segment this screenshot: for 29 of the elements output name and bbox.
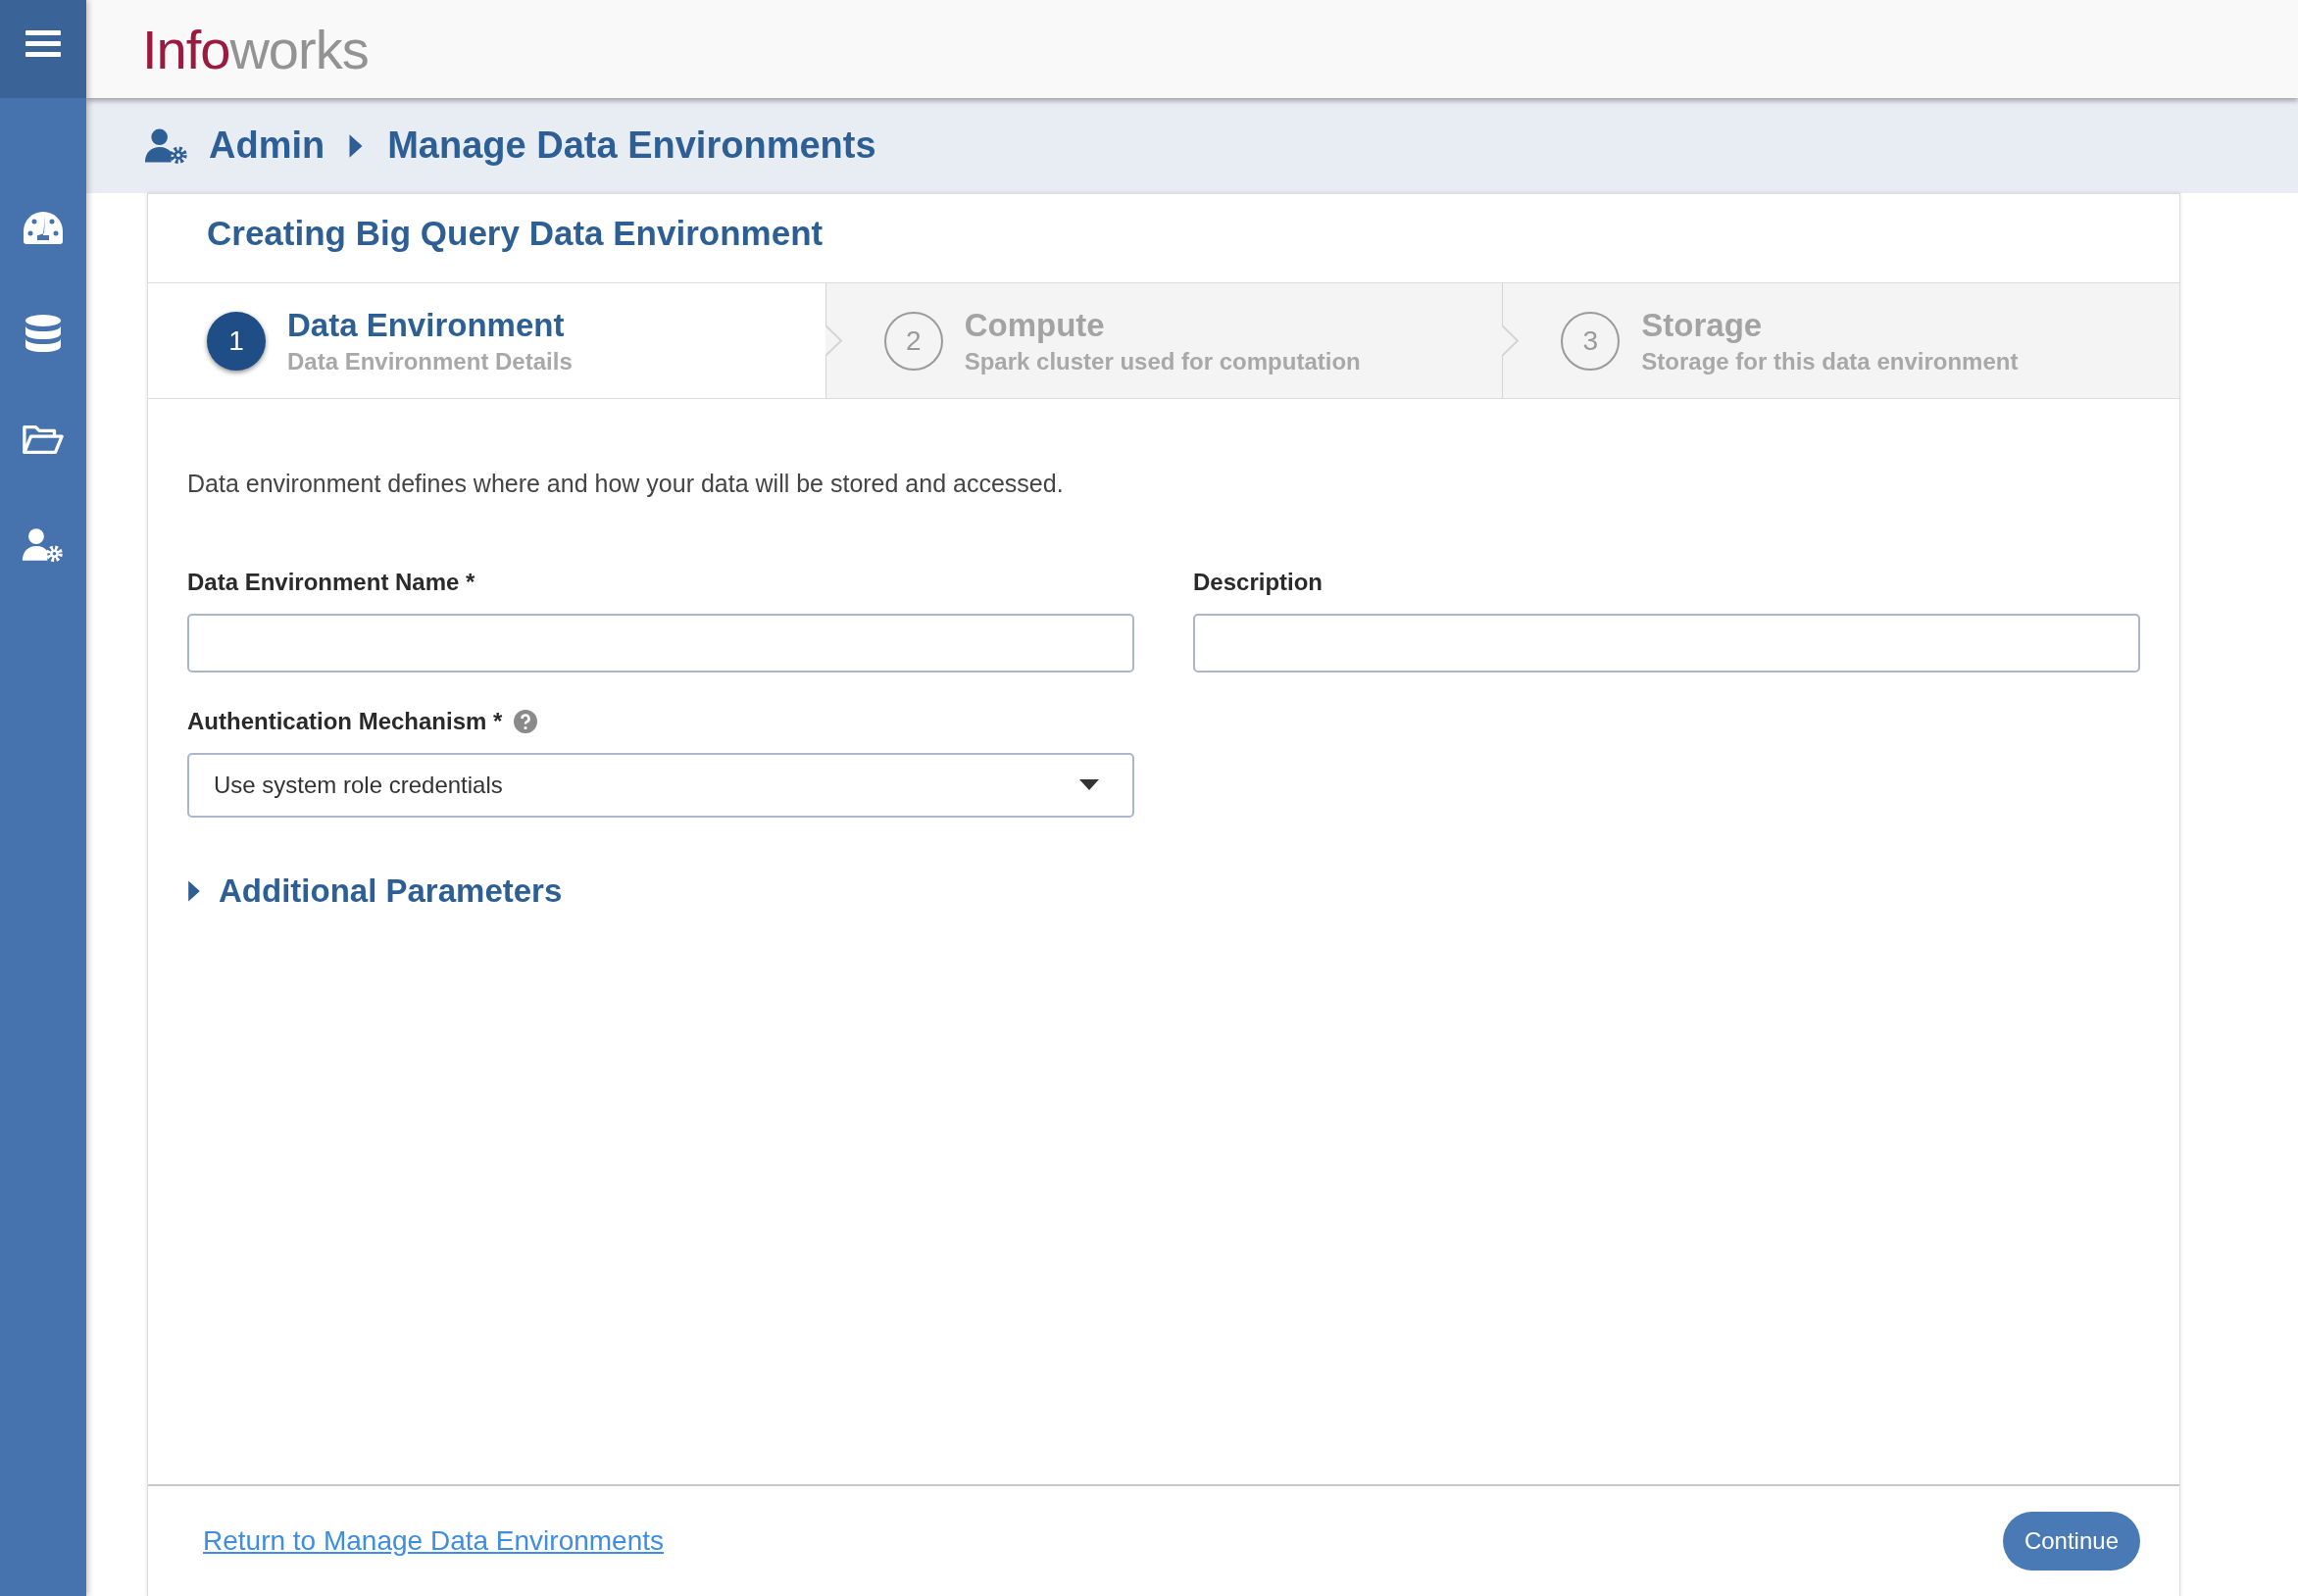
step-title: Data Environment <box>287 306 566 344</box>
additional-parameters-toggle[interactable]: Additional Parameters <box>187 873 563 910</box>
logo: Infoworks <box>142 17 369 81</box>
field-label: Description <box>1193 569 1324 596</box>
step-subtitle: Spark cluster used for computation <box>964 347 1361 375</box>
step-subtitle: Storage for this data environment <box>1641 347 2019 375</box>
name-input-field[interactable] <box>187 614 1134 673</box>
user-gear-icon <box>144 126 189 165</box>
caret-right-icon <box>348 132 365 159</box>
field-label: Authentication Mechanism * <box>187 708 503 735</box>
description-input-field[interactable] <box>1193 614 2140 673</box>
breadcrumb-link[interactable]: Manage Data Environments <box>387 125 876 167</box>
step-number: 1 <box>207 311 266 371</box>
step-title: Storage <box>1641 306 1764 344</box>
step-number: 2 <box>883 311 943 371</box>
step-title: Compute <box>964 306 1106 344</box>
continue-button[interactable]: Continue <box>2002 1512 2140 1571</box>
help-icon[interactable] <box>514 710 538 733</box>
user-gear-icon[interactable] <box>22 525 65 565</box>
intro-text: Data environment defines where and how your data will be stored and accessed. <box>187 470 1065 498</box>
breadcrumb-link[interactable]: Admin <box>209 125 325 167</box>
step-number: 3 <box>1561 311 1621 371</box>
field-label: Data Environment Name * <box>187 569 476 596</box>
menu-icon[interactable] <box>25 30 61 58</box>
caret-down-icon <box>1079 779 1099 791</box>
return-link[interactable]: Return to Manage Data Environments <box>203 1525 665 1557</box>
caret-right-icon <box>187 879 201 903</box>
step-subtitle: Data Environment Details <box>287 347 573 375</box>
auth-dropdown[interactable]: Use system role credentials <box>187 753 1134 818</box>
